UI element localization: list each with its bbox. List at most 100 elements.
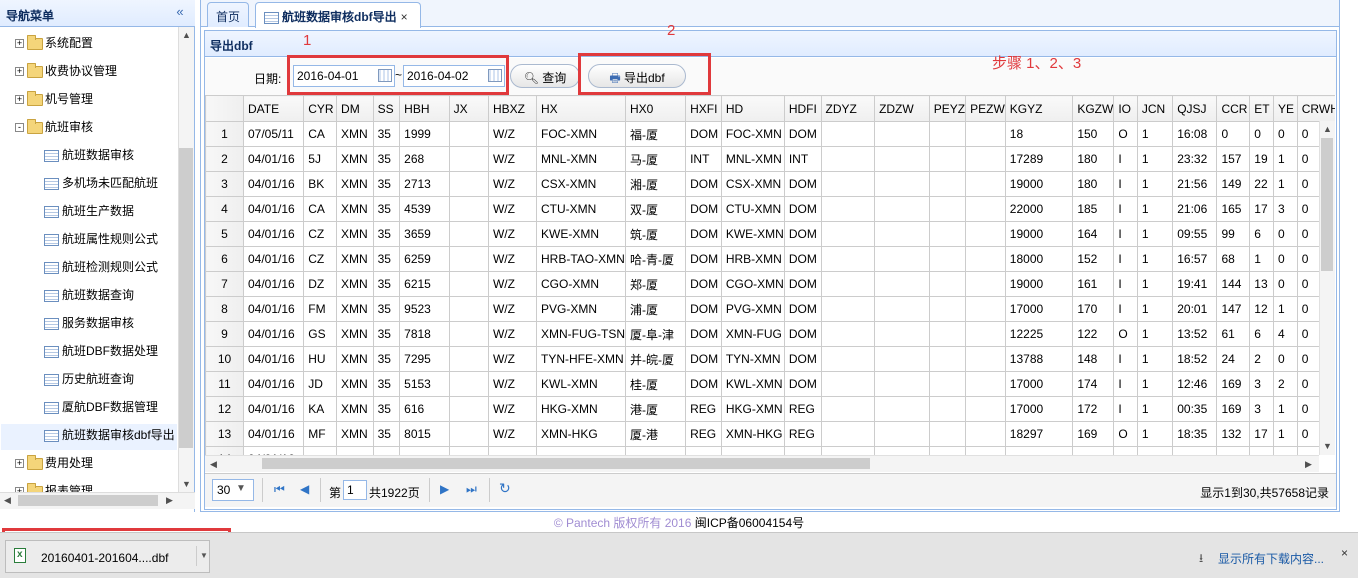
- column-header[interactable]: IO: [1113, 95, 1138, 122]
- table-row[interactable]: 4 04/01/16 CA XMN 35 4539 W/Z CTU-XMN 双-厦 DOM CTU-…: [205, 196, 1335, 222]
- refresh-icon[interactable]: ↻: [499, 480, 511, 497]
- table-cell: [820, 321, 876, 347]
- table-cell: 04/01/16: [242, 271, 305, 297]
- table-row[interactable]: 9 04/01/16 GS XMN 35 7818 W/Z XMN-FUG-TSN 厦-阜-津 D…: [205, 321, 1335, 347]
- expand-node-icon[interactable]: +: [15, 459, 24, 469]
- tab-dbf-export[interactable]: 航班数据审核dbf导出 ×: [255, 2, 421, 28]
- collapse-sidebar-icon[interactable]: «: [172, 4, 188, 20]
- scroll-up-icon[interactable]: ▲: [1323, 124, 1332, 134]
- first-page-icon[interactable]: ⏮︎: [274, 482, 285, 497]
- table-cell: 22: [1249, 171, 1274, 197]
- grid-hscroll-thumb[interactable]: [262, 458, 870, 469]
- table-row[interactable]: 13 04/01/16 MF XMN 35 8015 W/Z XMN-HKG 厦-港 REG XMN…: [205, 421, 1335, 447]
- page-size-select[interactable]: 30: [212, 479, 254, 501]
- table-cell: 17000: [1004, 371, 1074, 397]
- sidebar-item[interactable]: - 航班审核: [15, 114, 93, 140]
- expand-node-icon[interactable]: +: [15, 95, 24, 105]
- column-header[interactable]: QJSJ: [1172, 95, 1218, 122]
- table-cell: 12:46: [1172, 371, 1218, 397]
- column-header[interactable]: HBXZ: [487, 95, 538, 122]
- collapse-node-icon[interactable]: -: [15, 123, 24, 133]
- query-button[interactable]: 🔍︎ 查询: [510, 64, 580, 88]
- download-filename[interactable]: 20160401-201604....dbf: [41, 551, 168, 565]
- sidebar-item[interactable]: 航班数据审核: [44, 142, 134, 168]
- table-cell: [874, 196, 930, 222]
- sidebar-item[interactable]: 航班生产数据: [44, 198, 134, 224]
- column-header[interactable]: DATE: [242, 95, 305, 122]
- sidebar-item[interactable]: + 系统配置: [15, 30, 93, 56]
- column-header[interactable]: HXFI: [685, 95, 722, 122]
- grid-scroll-thumb[interactable]: [1321, 138, 1333, 271]
- chevron-down-icon[interactable]: ▼: [196, 546, 208, 566]
- scroll-left-icon[interactable]: ◀: [4, 495, 11, 506]
- column-header[interactable]: PEYZ: [928, 95, 967, 122]
- column-header[interactable]: DM: [336, 95, 374, 122]
- sidebar-item[interactable]: 航班数据审核dbf导出: [44, 422, 175, 448]
- column-header[interactable]: HDFI: [783, 95, 822, 122]
- table-cell: DOM: [783, 271, 822, 297]
- sidebar-item[interactable]: + 机号管理: [15, 86, 93, 112]
- table-row[interactable]: 6 04/01/16 CZ XMN 35 6259 W/Z HRB-TAO-XMN 哈-青-厦 D…: [205, 246, 1335, 272]
- column-header[interactable]: HD: [720, 95, 785, 122]
- sidebar-item[interactable]: 多机场未匹配航班: [44, 170, 158, 196]
- table-row[interactable]: 5 04/01/16 CZ XMN 35 3659 W/Z KWE-XMN 筑-厦 DOM KWE-…: [205, 221, 1335, 247]
- table-row[interactable]: 3 04/01/16 BK XMN 35 2713 W/Z CSX-XMN 湘-厦 DOM CSX-…: [205, 171, 1335, 197]
- column-header[interactable]: KGZW: [1072, 95, 1115, 122]
- sidebar-item[interactable]: + 费用处理: [15, 450, 93, 476]
- show-all-downloads-link[interactable]: 显示所有下载内容...: [1218, 550, 1324, 567]
- column-header[interactable]: PEZW: [965, 95, 1006, 122]
- sidebar-scroll-thumb[interactable]: [179, 148, 193, 448]
- chevron-down-icon[interactable]: ▼: [236, 483, 246, 494]
- expand-node-icon[interactable]: +: [15, 39, 24, 49]
- expand-node-icon[interactable]: +: [15, 67, 24, 77]
- column-header[interactable]: JX: [448, 95, 489, 122]
- column-header[interactable]: KGYZ: [1004, 95, 1074, 122]
- scroll-down-icon[interactable]: ▼: [182, 479, 191, 489]
- scroll-right-icon[interactable]: ▶: [166, 495, 173, 506]
- column-header[interactable]: SS: [372, 95, 401, 122]
- column-header[interactable]: YE: [1272, 95, 1298, 122]
- close-tab-icon[interactable]: ×: [401, 10, 408, 24]
- table-row[interactable]: 1 07/05/11 CA XMN 35 1999 W/Z FOC-XMN 福-厦 DOM FOC-…: [205, 121, 1335, 147]
- table-row[interactable]: 10 04/01/16 HU XMN 35 7295 W/Z TYN-HFE-XMN 并-皖-厦…: [205, 346, 1335, 372]
- sidebar-item[interactable]: 历史航班查询: [44, 366, 134, 392]
- sidebar-hscroll-thumb[interactable]: [18, 495, 158, 506]
- page-number-input[interactable]: 1: [343, 480, 367, 500]
- table-row[interactable]: 12 04/01/16 KA XMN 35 616 W/Z HKG-XMN 港-厦 REG HKG-…: [205, 396, 1335, 422]
- scroll-left-icon[interactable]: ◀: [210, 459, 217, 470]
- column-header[interactable]: JCN: [1136, 95, 1174, 122]
- sidebar-item[interactable]: 服务数据审核: [44, 310, 134, 336]
- column-header[interactable]: CCR: [1216, 95, 1251, 122]
- table-row[interactable]: 7 04/01/16 DZ XMN 35 6215 W/Z CGO-XMN 郑-厦 DOM CGO-…: [205, 271, 1335, 297]
- table-cell: 148: [1072, 346, 1115, 372]
- column-header[interactable]: CRWH: [1296, 95, 1335, 122]
- column-header[interactable]: HX: [536, 95, 626, 122]
- column-header[interactable]: CYR: [303, 95, 338, 122]
- sidebar-item[interactable]: + 收费协议管理: [15, 58, 117, 84]
- table-row[interactable]: 8 04/01/16 FM XMN 35 9523 W/Z PVG-XMN 浦-厦 DOM PVG-…: [205, 296, 1335, 322]
- table-row[interactable]: 2 04/01/16 5J XMN 35 268 W/Z MNL-XMN 马-厦 INT MNL-X…: [205, 146, 1335, 172]
- sidebar-item[interactable]: 厦航DBF数据管理: [44, 394, 158, 420]
- column-header[interactable]: HX0: [624, 95, 687, 122]
- table-cell: 35: [372, 346, 401, 372]
- sidebar-item[interactable]: 航班属性规则公式: [44, 226, 158, 252]
- table-cell: CTU-XMN: [536, 196, 626, 222]
- column-header[interactable]: ET: [1249, 95, 1274, 122]
- sidebar-item[interactable]: 航班数据查询: [44, 282, 134, 308]
- scroll-down-icon[interactable]: ▼: [1323, 441, 1332, 451]
- next-page-icon[interactable]: ▶: [440, 482, 449, 496]
- column-header[interactable]: ZDYZ: [820, 95, 876, 122]
- sidebar-item[interactable]: 航班检测规则公式: [44, 254, 158, 280]
- scroll-up-icon[interactable]: ▲: [182, 30, 191, 40]
- column-header[interactable]: ZDZW: [874, 95, 930, 122]
- column-header[interactable]: HBH: [399, 95, 450, 122]
- scroll-right-icon[interactable]: ▶: [1305, 459, 1312, 470]
- tab-home[interactable]: 首页: [207, 2, 249, 27]
- table-row[interactable]: 11 04/01/16 JD XMN 35 5153 W/Z KWL-XMN 桂-厦 DOM KWL…: [205, 371, 1335, 397]
- close-icon[interactable]: ×: [1341, 546, 1348, 560]
- table-cell: 18:52: [1172, 346, 1218, 372]
- prev-page-icon[interactable]: ◀: [300, 482, 309, 496]
- table-cell: [448, 271, 489, 297]
- last-page-icon[interactable]: ⏭︎: [466, 482, 477, 497]
- sidebar-item[interactable]: 航班DBF数据处理: [44, 338, 158, 364]
